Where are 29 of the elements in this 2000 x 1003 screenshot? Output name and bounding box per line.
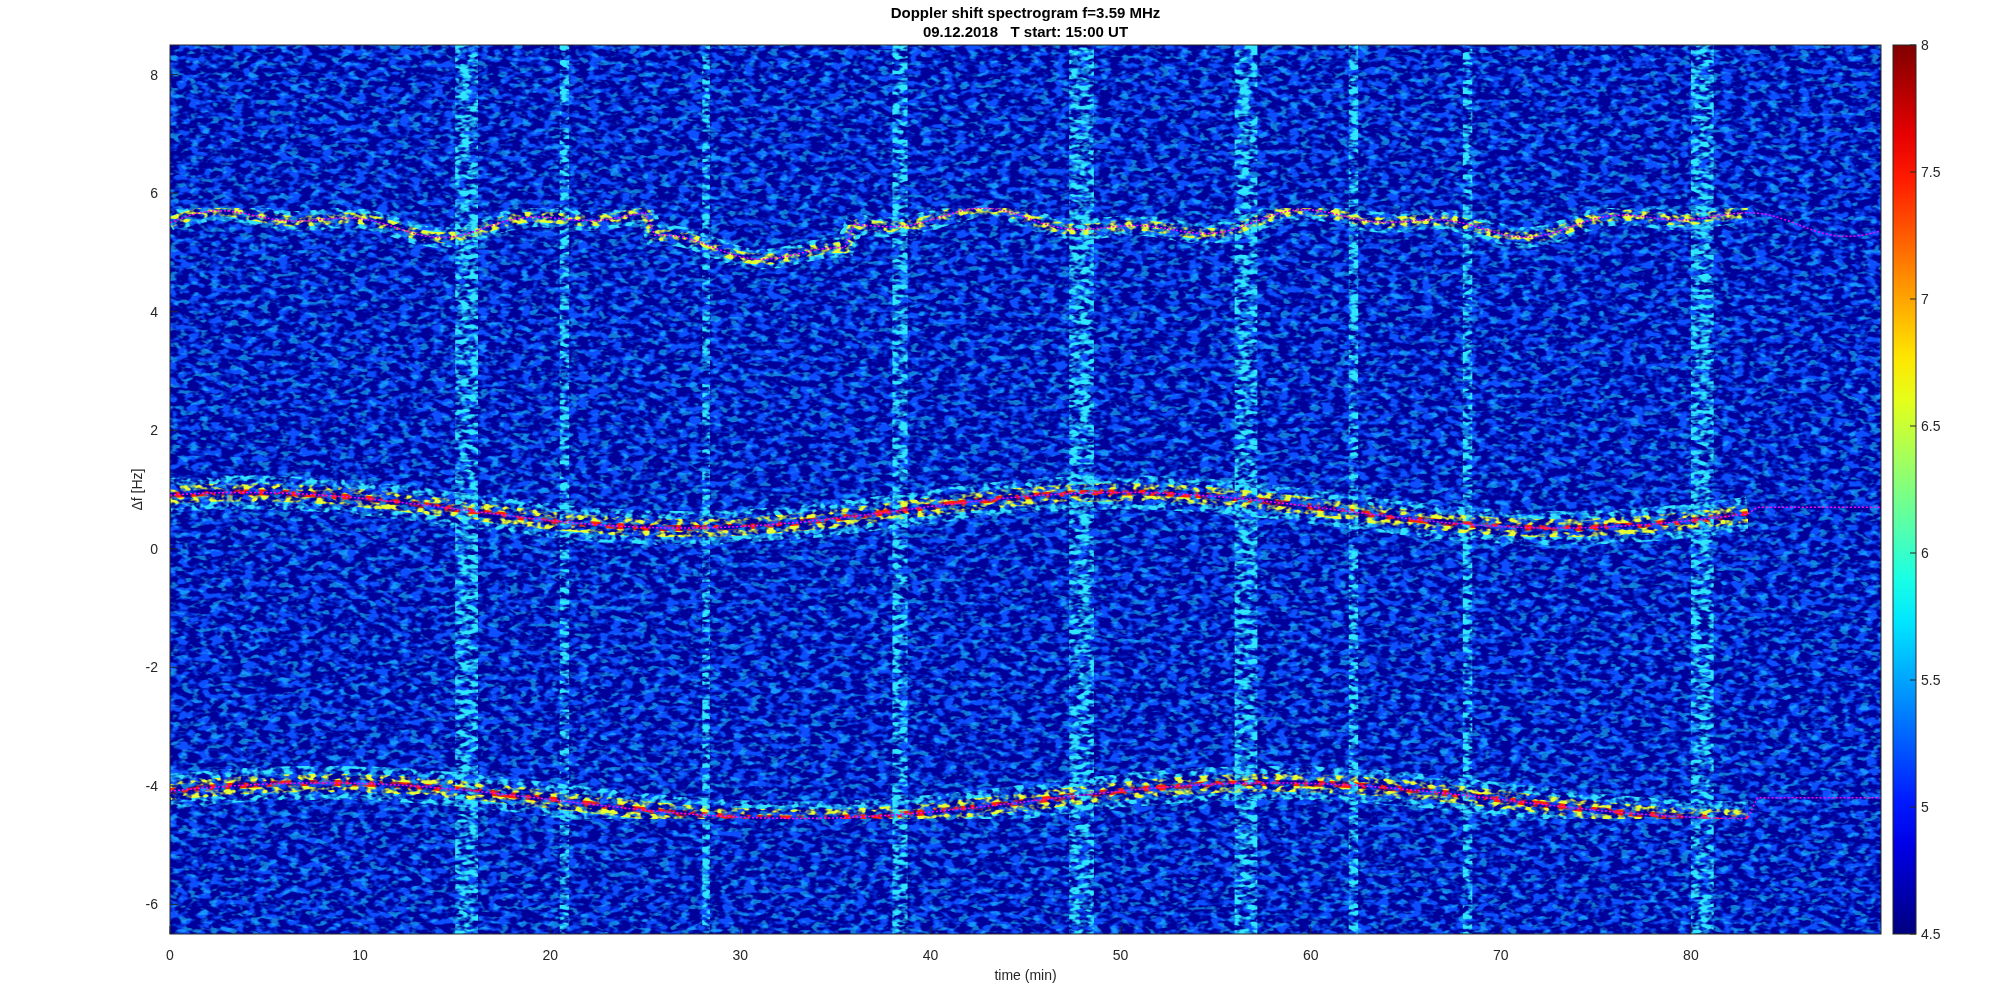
y-tick-label: 2 [150,422,158,439]
y-axis-label: Δf [Hz] [129,468,145,511]
x-tick-label: 20 [542,947,558,963]
chart-subtitle: 09.12.2018 T start: 15:00 UT [922,23,1129,40]
y-tick-label: 0 [150,540,158,557]
x-tick-label: 60 [1302,947,1319,963]
x-tick-label: 0 [166,947,174,963]
y-tick-label: 4 [150,303,158,320]
colorbar-tick-label: 7 [1921,291,1929,307]
colorbar-tick-label: 6.5 [1921,418,1941,434]
x-tick-label: 30 [732,947,749,963]
chart-title: Doppler shift spectrogram f=3.59 MHz [890,4,1161,21]
colorbar-tick-label: 4.5 [1921,926,1941,942]
colorbar-tick-label: 8 [1921,37,1929,53]
colorbar-tick-label: 5.5 [1921,672,1941,688]
x-axis-label: time (min) [994,967,1057,983]
x-tick-label: 40 [922,947,939,963]
x-tick-label: 10 [352,947,368,963]
x-tick-label: 80 [1683,947,1699,963]
y-tick-label: -2 [145,659,158,676]
y-tick-label: -6 [145,896,158,913]
x-tick-label: 50 [1112,947,1129,963]
y-tick-label: -4 [145,777,158,794]
x-tick-label: 70 [1493,947,1509,963]
y-tick-label: 8 [150,66,158,83]
colorbar-tick-label: 7.5 [1921,164,1941,180]
colorbar-tick-label: 5 [1921,799,1929,815]
colorbar-tick-label: 6 [1921,545,1929,561]
y-tick-label: 6 [150,185,158,202]
